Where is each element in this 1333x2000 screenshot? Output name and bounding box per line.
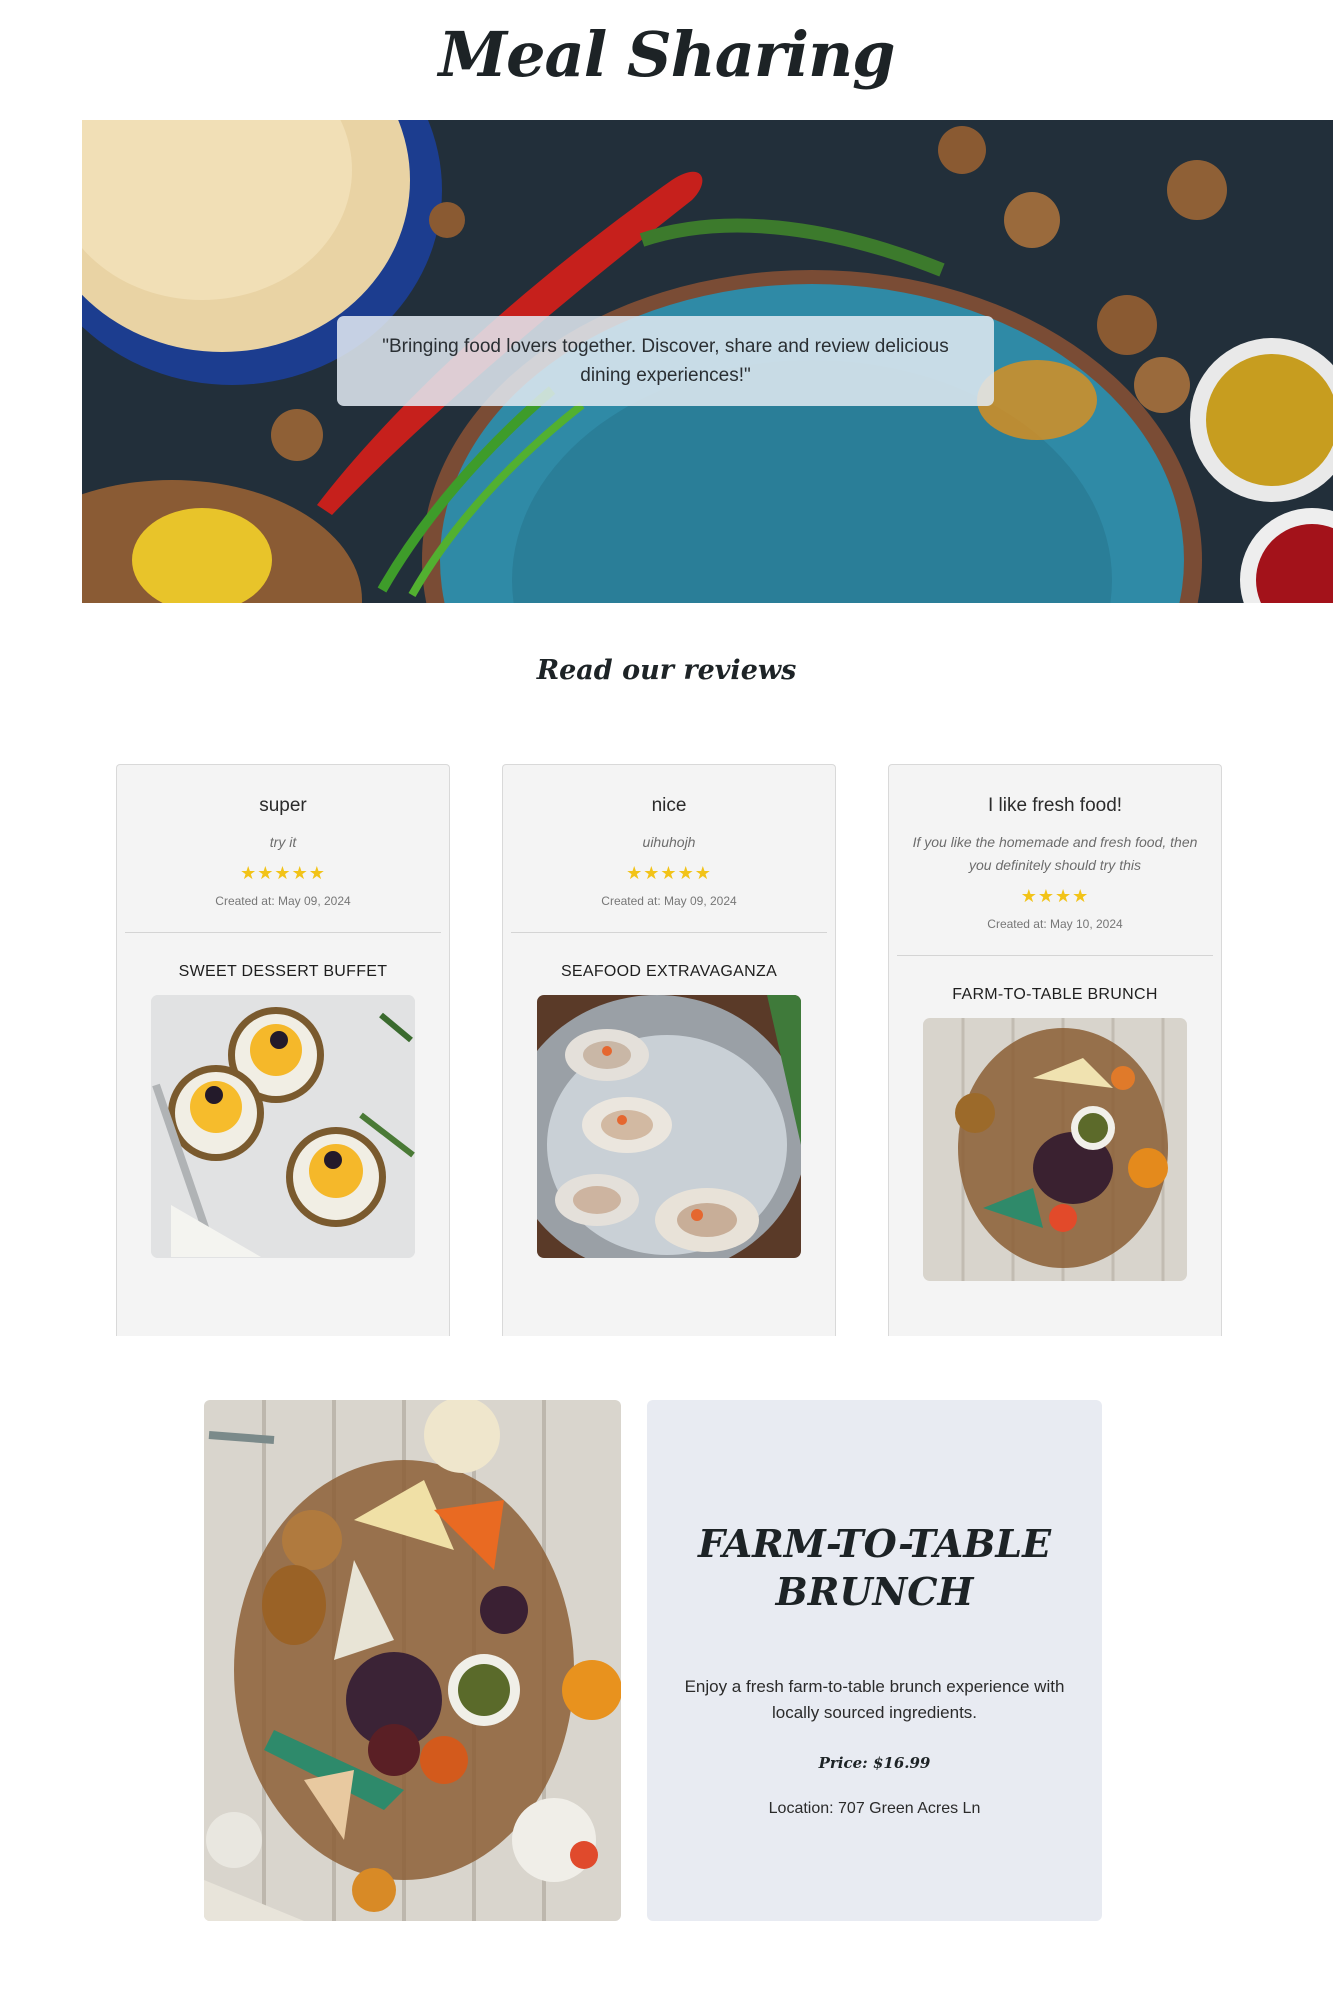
meal-name[interactable]: SWEET DESSERT BUFFET: [117, 963, 449, 981]
featured-meal-description: Enjoy a fresh farm-to-table brunch exper…: [684, 1677, 1065, 1722]
review-title: I like fresh food!: [987, 795, 1123, 816]
review-body: uihuhojh: [642, 834, 696, 850]
meal-image[interactable]: [151, 995, 415, 1258]
review-date: Created at: May 09, 2024: [215, 894, 351, 908]
site-title: Meal Sharing: [438, 18, 895, 91]
featured-meal-image[interactable]: [204, 1400, 621, 1921]
review-body: try it: [269, 834, 297, 850]
hero-quote: "Bringing food lovers together. Discover…: [337, 316, 994, 406]
meal-name[interactable]: FARM-TO-TABLE BRUNCH: [889, 986, 1221, 1004]
review-title: super: [259, 795, 307, 816]
review-date: Created at: May 09, 2024: [601, 894, 737, 908]
featured-meal-panel: FARM-TO-TABLE BRUNCH Enjoy a fresh farm-…: [647, 1400, 1102, 1921]
divider: [125, 932, 441, 933]
hero-banner: "Bringing food lovers together. Discover…: [82, 120, 1333, 603]
meal-image[interactable]: [537, 995, 801, 1258]
review-card[interactable]: I like fresh food! If you like the homem…: [888, 764, 1222, 1336]
review-title: nice: [651, 795, 687, 816]
meal-image[interactable]: [923, 1018, 1187, 1281]
review-body: If you like the homemade and fresh food,…: [912, 834, 1198, 873]
review-card[interactable]: nice uihuhojh ★★★★★ Created at: May 09, …: [502, 764, 836, 1336]
meal-name[interactable]: SEAFOOD EXTRAVAGANZA: [503, 963, 835, 981]
divider: [897, 955, 1213, 956]
featured-meal-location: Location: 707 Green Acres Ln: [768, 1800, 981, 1817]
star-rating: ★★★★★: [240, 863, 326, 884]
featured-meal-title[interactable]: FARM-TO-TABLE BRUNCH: [687, 1520, 1062, 1616]
star-rating: ★★★★★: [626, 863, 712, 884]
review-date: Created at: May 10, 2024: [987, 917, 1123, 931]
star-rating: ★★★★: [1020, 886, 1090, 907]
review-card[interactable]: super try it ★★★★★ Created at: May 09, 2…: [116, 764, 450, 1336]
divider: [511, 932, 827, 933]
reviews-heading: Read our reviews: [536, 655, 797, 686]
featured-meal-price: Price: $16.99: [818, 1754, 931, 1772]
